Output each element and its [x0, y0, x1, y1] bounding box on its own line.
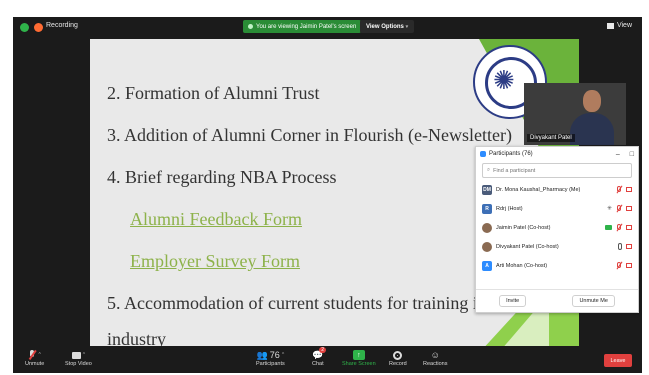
avatar: A [482, 260, 492, 271]
avatar [482, 222, 492, 233]
participant-row[interactable]: DM Dr. Mona Kaushal_Pharmacy (Me) [476, 180, 638, 199]
zoom-icon [480, 151, 486, 157]
video-camera-icon [71, 351, 81, 359]
avatar [482, 241, 492, 252]
search-input[interactable] [493, 167, 614, 174]
chevron-up-icon[interactable]: ^ [38, 352, 40, 358]
participant-name: Dr. Mona Kaushal_Pharmacy (Me) [496, 186, 581, 193]
record-label: Record [389, 361, 407, 367]
mic-muted-icon [616, 224, 622, 231]
video-off-icon [626, 187, 632, 192]
participant-list: DM Dr. Mona Kaushal_Pharmacy (Me) R Rdrj… [476, 180, 638, 275]
participant-status [616, 262, 632, 269]
participants-label: Participants [256, 361, 285, 367]
participants-footer: Invite Unmute Me [476, 289, 638, 312]
participant-name: Jaimin Patel (Co-host) [496, 224, 551, 231]
participant-status [616, 186, 632, 193]
participant-row[interactable]: R Rdrj (Host) ✳ [476, 199, 638, 218]
security-shield-icon[interactable] [20, 23, 29, 32]
speaker-head [583, 90, 601, 112]
video-off-icon [626, 225, 632, 230]
slide-line: 5. Accommodation of current students for… [107, 293, 487, 313]
viewing-label: You are viewing Jaimin Patel's screen [256, 23, 357, 30]
participants-title: Participants (76) [489, 151, 533, 157]
participants-count: 76 [269, 350, 280, 360]
logo-emblem-icon: ✺ [493, 65, 515, 95]
sharing-screen-icon [605, 225, 612, 230]
video-off-icon [626, 206, 632, 211]
share-screen-label: Share Screen [342, 361, 376, 367]
slide-line: 2. Formation of Alumni Trust [107, 83, 320, 103]
participant-row[interactable]: Jaimin Patel (Co-host) [476, 218, 638, 237]
stop-video-button[interactable]: ^ Stop Video [65, 349, 92, 367]
chat-badge: 2 [319, 347, 326, 353]
recording-icon [34, 23, 43, 32]
view-options-label: View Options [366, 23, 404, 30]
view-options-button[interactable]: View Options ▾ [360, 20, 415, 33]
participant-name: Rdrj (Host) [496, 205, 523, 212]
view-button[interactable]: View [606, 22, 632, 29]
speaker-video[interactable]: Divyakant Patel [524, 83, 626, 145]
participants-panel: Participants (76) – □ ⌕ DM Dr. Mona Kaus… [475, 146, 639, 313]
speaker-body [570, 113, 614, 145]
chevron-up-icon[interactable]: ^ [282, 352, 284, 358]
participant-status [605, 224, 632, 231]
alumni-feedback-link: Alumni Feedback Form [130, 209, 302, 229]
unmute-me-button[interactable]: Unmute Me [572, 295, 615, 307]
participant-name: Arti Mohan (Co-host) [496, 262, 548, 269]
chat-label: Chat [312, 361, 324, 367]
participants-header: Participants (76) – □ [476, 147, 638, 161]
participant-row[interactable]: A Arti Mohan (Co-host) [476, 256, 638, 275]
avatar: DM [482, 184, 492, 195]
mic-muted-icon [616, 205, 622, 212]
participant-row[interactable]: Divyakant Patel (Co-host) [476, 237, 638, 256]
unmute-label: Unmute [25, 361, 45, 367]
chevron-up-icon[interactable]: ^ [83, 352, 85, 358]
avatar: R [482, 203, 492, 214]
video-off-icon [626, 244, 632, 249]
video-name-label: Divyakant Patel [527, 134, 575, 142]
top-bar: Recording You are viewing Jaimin Patel's… [13, 17, 642, 39]
mic-on-icon [618, 243, 622, 250]
participant-status: ✳ [607, 205, 632, 212]
reactions-label: Reactions [423, 361, 448, 367]
leave-button[interactable]: Leave [604, 354, 632, 367]
view-label: View [616, 22, 632, 29]
participant-search[interactable]: ⌕ [482, 163, 632, 178]
meeting-toolbar: ^ Unmute ^ Stop Video 👥 76 ^ Participants … [13, 346, 642, 373]
stop-video-label: Stop Video [65, 361, 92, 367]
participant-name: Divyakant Patel (Co-host) [496, 243, 559, 250]
window-controls: – □ [616, 151, 634, 158]
participants-icon: 👥 [256, 349, 268, 360]
employer-survey-link: Employer Survey Form [130, 251, 300, 271]
share-screen-button[interactable]: ↑ Share Screen [342, 349, 376, 367]
chat-button[interactable]: 💬 2 Chat [312, 347, 326, 367]
screen-share-icon [248, 24, 253, 29]
participants-button[interactable]: 👥 76 ^ Participants [256, 349, 285, 368]
viewing-screen-banner: You are viewing Jaimin Patel's screen [243, 20, 362, 33]
record-button[interactable]: Record [389, 349, 407, 367]
smiley-icon: ☺ [430, 350, 440, 360]
minimize-icon[interactable]: – [616, 151, 620, 158]
share-screen-icon: ↑ [352, 350, 365, 360]
mic-muted-icon [616, 262, 622, 269]
slide-line: 3. Addition of Alumni Corner in Flourish… [107, 125, 512, 145]
recording-label: Recording [46, 22, 78, 29]
grid-icon [606, 22, 614, 29]
search-icon: ⌕ [487, 167, 491, 173]
mic-muted-icon [616, 186, 622, 193]
maximize-icon[interactable]: □ [630, 151, 634, 158]
chevron-down-icon: ▾ [405, 23, 409, 30]
zoom-window: Recording You are viewing Jaimin Patel's… [13, 17, 642, 373]
reactions-button[interactable]: ☺ Reactions [423, 349, 447, 367]
invite-button[interactable]: Invite [499, 295, 527, 307]
host-star-icon: ✳ [606, 206, 612, 212]
record-icon [393, 350, 403, 360]
video-off-icon [626, 263, 632, 268]
mic-muted-icon [28, 350, 36, 360]
participant-status [618, 243, 632, 250]
unmute-button[interactable]: ^ Unmute [25, 349, 44, 367]
slide-line: 4. Brief regarding NBA Process [107, 167, 337, 187]
